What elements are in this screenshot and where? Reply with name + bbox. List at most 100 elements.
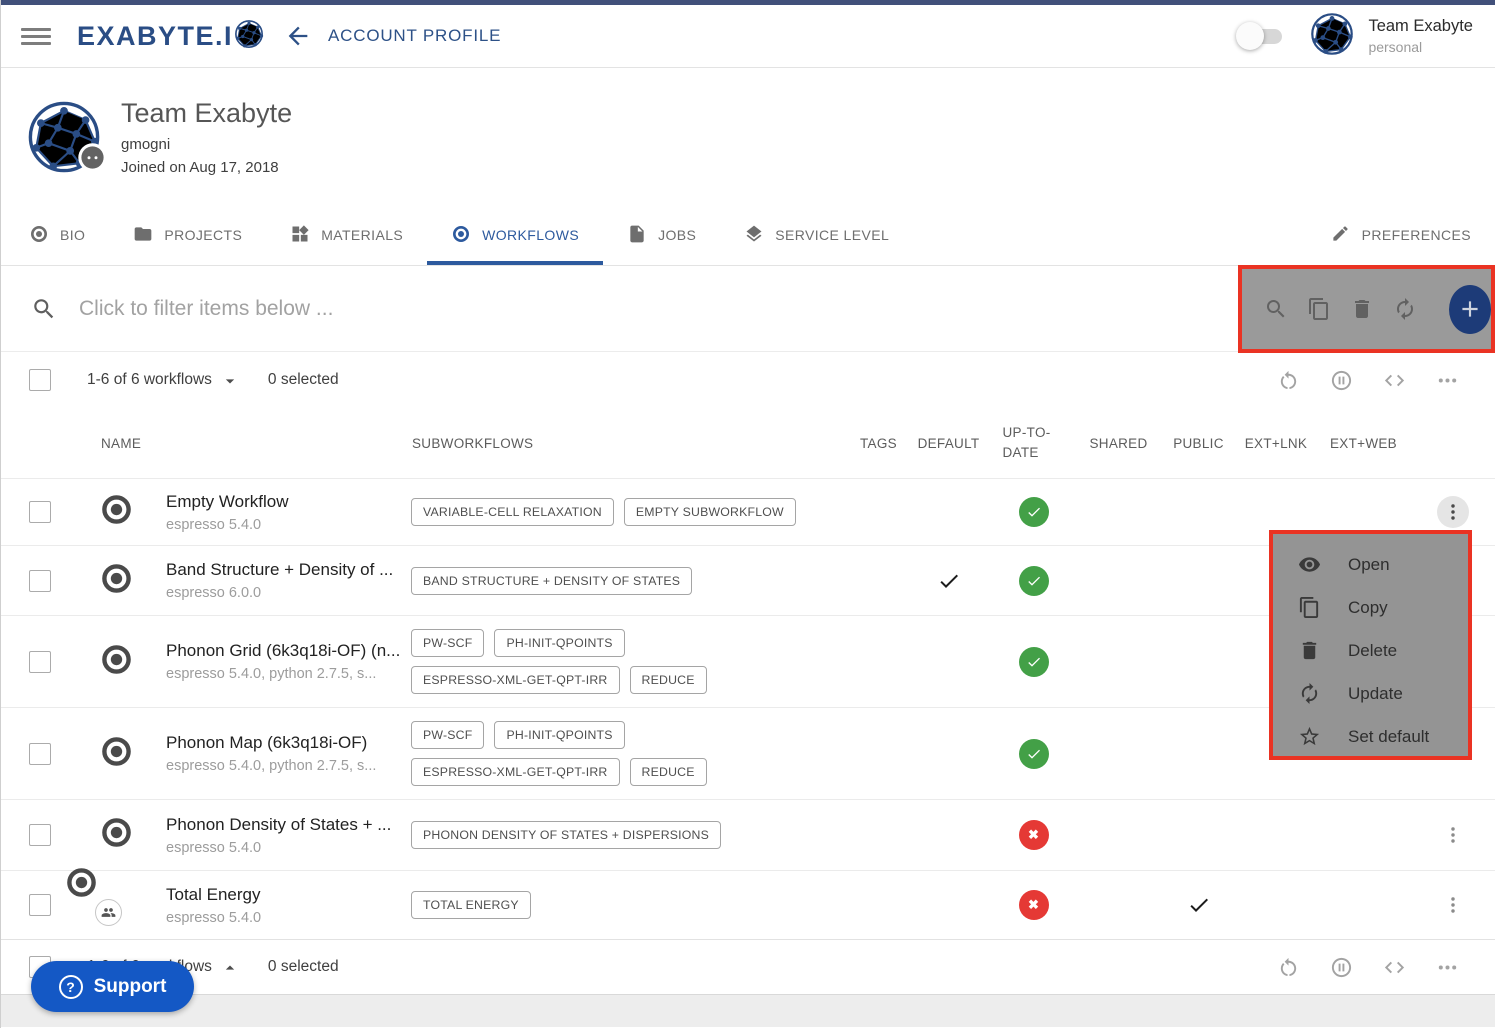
tab-materials[interactable]: MATERIALS: [266, 205, 427, 265]
pencil-icon: [1331, 224, 1350, 246]
target-icon: [29, 224, 49, 247]
plus-icon: [1457, 296, 1483, 322]
highlighted-toolbar: [1238, 265, 1495, 353]
app-bar: EXABYTE.I ACCOUNT PROFILE Team Exabyte p…: [1, 5, 1495, 68]
layers-icon: [744, 224, 764, 247]
preferences-label: PREFERENCES: [1362, 227, 1471, 243]
pause-icon[interactable]: [1330, 956, 1353, 979]
pagination-dropdown[interactable]: 1-6 of 6 workflows: [87, 369, 240, 391]
menu-item-delete[interactable]: Delete: [1273, 629, 1468, 672]
subworkflow-chip: REDUCE: [630, 758, 707, 786]
col-subworkflows: SUBWORKFLOWS: [406, 436, 851, 451]
workflow-name: Total Energy: [166, 885, 406, 905]
tab-service-level[interactable]: SERVICE LEVEL: [720, 205, 913, 265]
table-row[interactable]: Phonon Density of States + ... espresso …: [1, 799, 1495, 870]
row-checkbox[interactable]: [29, 894, 51, 916]
subworkflow-chip: PH-INIT-QPOINTS: [494, 629, 624, 657]
public-check-icon: [1187, 893, 1211, 917]
account-type: personal: [1368, 39, 1473, 55]
delete-icon[interactable]: [1350, 297, 1374, 321]
menu-item-set-default[interactable]: Set default: [1273, 715, 1468, 758]
select-all-checkbox[interactable]: [29, 369, 51, 391]
row-checkbox[interactable]: [29, 570, 51, 592]
account-name: Team Exabyte: [1368, 17, 1473, 36]
col-shared: SHARED: [1076, 436, 1161, 451]
subworkflow-chip: TOTAL ENERGY: [411, 891, 531, 919]
chevron-up-icon: [220, 958, 240, 978]
help-icon: ?: [59, 975, 83, 999]
widgets-icon: [290, 224, 310, 247]
row-checkbox[interactable]: [29, 824, 51, 846]
menu-item-open[interactable]: Open: [1273, 543, 1468, 586]
theme-toggle[interactable]: [1236, 22, 1288, 50]
menu-item-copy[interactable]: Copy: [1273, 586, 1468, 629]
target-icon: [451, 224, 471, 247]
workflow-target-icon: [59, 734, 141, 774]
shared-group-icon: [95, 899, 122, 926]
row-checkbox[interactable]: [29, 743, 51, 765]
selected-count: 0 selected: [268, 371, 339, 389]
subworkflow-chip: PW-SCF: [411, 629, 484, 657]
row-checkbox[interactable]: [29, 501, 51, 523]
code-icon[interactable]: [1383, 956, 1406, 979]
page-title: ACCOUNT PROFILE: [328, 26, 501, 46]
undo-icon[interactable]: [1277, 369, 1300, 392]
row-checkbox[interactable]: [29, 651, 51, 673]
more-horiz-icon[interactable]: [1436, 956, 1459, 979]
row-menu-button[interactable]: [1442, 894, 1464, 916]
support-label: Support: [94, 976, 167, 998]
menu-item-update[interactable]: Update: [1273, 672, 1468, 715]
logo-text: EXABYTE.I: [77, 21, 233, 52]
table-row[interactable]: Total Energy espresso 5.4.0 TOTAL ENERGY…: [1, 870, 1495, 939]
tab-label: JOBS: [658, 227, 696, 243]
workflow-details: espresso 6.0.0: [166, 585, 406, 601]
more-vert-icon: [1442, 894, 1464, 916]
copy-icon[interactable]: [1307, 297, 1331, 321]
not-up-to-date-badge: ✖: [1019, 820, 1049, 850]
face-badge-icon: [77, 142, 108, 178]
code-icon[interactable]: [1383, 369, 1406, 392]
subworkflow-chip: PW-SCF: [411, 721, 484, 749]
subworkflow-chip: REDUCE: [630, 666, 707, 694]
list-controls-top: 1-6 of 6 workflows 0 selected: [1, 352, 1495, 408]
row-menu-button[interactable]: [1442, 824, 1464, 846]
support-button[interactable]: ? Support: [31, 961, 194, 1012]
selected-count: 0 selected: [268, 958, 339, 976]
workflow-name: Phonon Density of States + ...: [166, 815, 406, 835]
filter-input[interactable]: [79, 297, 779, 321]
subworkflow-chip: PHONON DENSITY OF STATES + DISPERSIONS: [411, 821, 721, 849]
not-up-to-date-badge: ✖: [1019, 890, 1049, 920]
search-icon: [31, 296, 57, 322]
menu-icon[interactable]: [21, 28, 51, 45]
profile-name: Team Exabyte: [121, 98, 292, 129]
tab-projects[interactable]: PROJECTS: [109, 205, 266, 265]
undo-icon[interactable]: [1277, 956, 1300, 979]
menu-item-label: Set default: [1348, 727, 1429, 747]
profile-username: gmogni: [121, 136, 292, 153]
workflow-name: Band Structure + Density of ...: [166, 560, 406, 580]
workflow-target-icon: [59, 815, 141, 855]
tab-jobs[interactable]: JOBS: [603, 205, 720, 265]
exabyte-logo[interactable]: EXABYTE.I: [77, 19, 264, 54]
add-button[interactable]: [1449, 285, 1491, 334]
row-menu-button[interactable]: [1437, 496, 1469, 528]
copy-icon: [1297, 596, 1321, 619]
page-footer-strip: [1, 994, 1495, 1027]
pause-icon[interactable]: [1330, 369, 1353, 392]
workflow-details: espresso 5.4.0, python 2.7.5, s...: [166, 758, 406, 774]
account-switcher[interactable]: Team Exabyte personal: [1310, 12, 1473, 61]
col-tags: TAGS: [851, 436, 906, 451]
workflow-name: Phonon Map (6k3q18i-OF): [166, 733, 406, 753]
account-profile-page: EXABYTE.I ACCOUNT PROFILE Team Exabyte p…: [0, 0, 1495, 1028]
search-icon[interactable]: [1264, 297, 1288, 321]
tab-bio[interactable]: BIO: [5, 205, 109, 265]
update-icon[interactable]: [1393, 297, 1417, 321]
more-horiz-icon[interactable]: [1436, 369, 1459, 392]
preferences-button[interactable]: PREFERENCES: [1307, 205, 1495, 265]
workflow-target-icon: [59, 561, 141, 601]
workflow-name: Phonon Grid (6k3q18i-OF) (n...: [166, 641, 406, 661]
tab-workflows[interactable]: WORKFLOWS: [427, 205, 603, 265]
back-arrow-icon[interactable]: [284, 22, 312, 50]
workflow-target-icon: [59, 492, 141, 532]
up-to-date-badge: [1019, 647, 1049, 677]
